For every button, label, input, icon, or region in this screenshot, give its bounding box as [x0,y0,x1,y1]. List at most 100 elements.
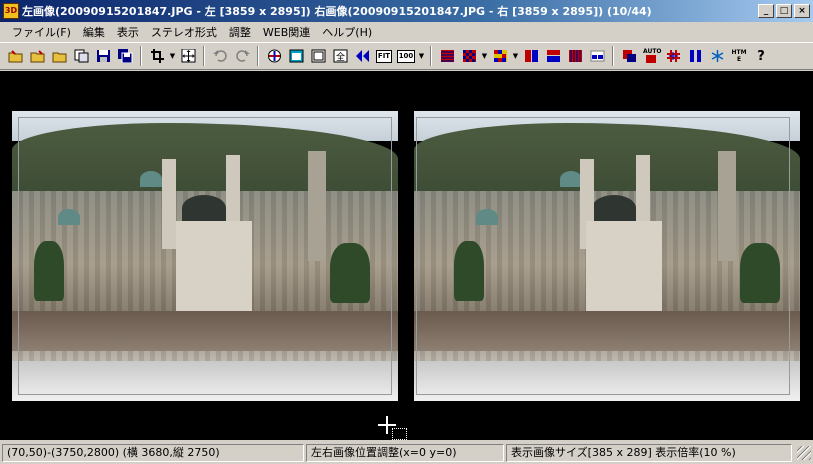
save-all-button[interactable] [115,46,135,66]
glasses-button[interactable] [587,46,607,66]
right-image[interactable] [414,111,800,401]
menu-adjust[interactable]: 調整 [223,24,257,40]
open-left-button[interactable] [5,46,25,66]
side-by-side-lr-button[interactable] [521,46,541,66]
title-bar[interactable]: 3D 左画像(20090915201847.JPG - 左 [3859 x 28… [0,0,813,22]
move-arrows-icon [181,49,195,63]
toolbar-separator [612,46,614,66]
status-offset: 左右画像位置調整(x=0 y=0) [306,444,504,462]
effects-button[interactable] [707,46,727,66]
html-icon: HTM E [731,49,747,63]
help-icon: ? [757,48,765,64]
crop-icon [150,49,164,63]
crop-button[interactable] [147,46,167,66]
stereo-view[interactable] [0,71,813,440]
window-icon [289,49,303,63]
double-arrow-left-icon [355,50,369,62]
toolbar-separator [203,46,205,66]
columns-icon [568,50,582,62]
rotate-right-button[interactable] [232,46,252,66]
checkerboard-icon [462,50,476,62]
app-icon[interactable]: 3D [3,3,19,19]
crop-frame[interactable] [18,117,392,395]
grid-button[interactable] [663,46,683,66]
zoom-dropdown[interactable]: ▼ [417,46,426,66]
toolbar-separator [257,46,259,66]
html-export-button[interactable]: HTM E [729,46,749,66]
app-window: 3D 左画像(20090915201847.JPG - 左 [3859 x 28… [0,0,813,464]
zoom-100-icon: 100 [396,49,416,63]
status-bar: (70,50)-(3750,2800) (横 3680,縦 2750) 左右画像… [0,442,813,464]
rotate-right-icon [235,50,250,62]
auto-icon: AUTO [643,48,662,64]
zoom-100-button[interactable]: 100 [396,46,416,66]
close-button[interactable]: × [794,4,810,18]
rotate-left-button[interactable] [210,46,230,66]
fit-icon: FIT [375,49,393,63]
color-pattern-button[interactable] [490,46,510,66]
snowflake-icon [711,50,723,62]
folder-icon [52,52,66,63]
menu-view[interactable]: 表示 [111,24,145,40]
frame-icon [311,49,325,63]
menu-help[interactable]: ヘルプ(H) [316,24,378,40]
color-dropdown[interactable]: ▼ [511,46,520,66]
auto-anaglyph-button[interactable]: AUTO [641,46,662,66]
status-selection: (70,50)-(3750,2800) (横 3680,縦 2750) [2,444,304,462]
anaglyph-overlap-icon [622,50,636,62]
parallel-bars-icon [689,50,701,62]
menu-file[interactable]: ファイル(F) [6,24,77,40]
help-button[interactable]: ? [751,46,771,66]
minimize-button[interactable]: _ [758,4,774,18]
floppy-disk-icon [96,50,110,62]
parallel-button[interactable] [685,46,705,66]
menu-bar: ファイル(F) 編集 表示 ステレオ形式 調整 WEB関連 ヘルプ(H) [0,22,813,41]
window-controls: _ □ × [758,4,810,18]
menu-web[interactable]: WEB関連 [257,24,316,40]
open-right-button[interactable] [27,46,47,66]
cursor-selection-box [392,428,407,440]
menu-stereo-format[interactable]: ステレオ形式 [145,24,223,40]
over-under-button[interactable] [543,46,563,66]
interlace-icon [440,50,454,62]
toolbar: ▼ 全 FIT 100 ▼ ▼ ▼ AUTO HTM E ? [0,42,813,70]
status-display-size: 表示画像サイズ[385 x 289] 表示倍率(10 %) [506,444,792,462]
window-title: 左画像(20090915201847.JPG - 左 [3859 x 2895]… [22,5,652,18]
toolbar-separator [430,46,432,66]
swap-button[interactable] [264,46,284,66]
left-image[interactable] [12,111,398,401]
frame-button[interactable] [308,46,328,66]
crop-frame[interactable] [416,117,790,395]
split-horizontal-icon [546,50,560,62]
crop-dropdown[interactable]: ▼ [168,46,177,66]
window-fit-button[interactable] [286,46,306,66]
swap-icon [267,49,281,63]
fit-button[interactable]: FIT [374,46,394,66]
fullscreen-button[interactable]: 全 [330,46,350,66]
move-button[interactable] [178,46,198,66]
column-interlace-button[interactable] [565,46,585,66]
svg-text:全: 全 [335,51,344,63]
open-folder-icon [30,50,44,63]
rotate-left-icon [212,50,227,62]
open-folder-icon [8,50,22,63]
fullscreen-icon: 全 [333,49,347,63]
glasses-icon [590,50,604,62]
color-grid-icon [493,50,507,62]
resize-grip[interactable] [797,446,811,460]
save-multiple-icon [117,49,132,63]
open-stereo-button[interactable] [71,46,91,66]
toolbar-separator [140,46,142,66]
interlace-button[interactable] [437,46,457,66]
maximize-button[interactable]: □ [776,4,792,18]
menu-edit[interactable]: 編集 [77,24,111,40]
pattern-dropdown[interactable]: ▼ [480,46,489,66]
side-by-side-button[interactable] [352,46,372,66]
split-vertical-icon [524,50,538,62]
anaglyph-button[interactable] [619,46,639,66]
save-button[interactable] [93,46,113,66]
open-pair-button[interactable] [49,46,69,66]
hash-grid-icon [666,50,680,62]
stereo-file-icon [74,49,88,63]
checker-button[interactable] [459,46,479,66]
